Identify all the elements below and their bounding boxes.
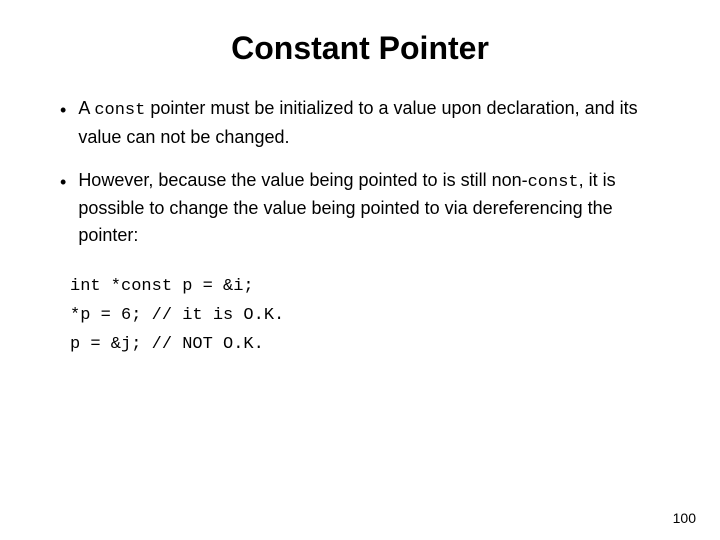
page-number: 100 [673,510,696,526]
code-line-1: int *const p = &i; [70,273,670,302]
code-line-3: p = &j; // NOT O.K. [70,331,670,360]
bullet-dot-2: • [60,169,66,196]
bullet-list: • A const pointer must be initialized to… [60,95,670,249]
code-const-1: const [94,101,145,120]
code-block: int *const p = &i; *p = 6; // it is O.K.… [70,273,670,360]
code-const-2: const [528,173,579,192]
bullet-dot-1: • [60,97,66,124]
bullet-item-2: • However, because the value being point… [60,167,670,250]
bullet-text-2: However, because the value being pointed… [78,167,670,250]
bullet-text-1: A const pointer must be initialized to a… [78,95,670,151]
slide-title: Constant Pointer [50,30,670,67]
bullet-item-1: • A const pointer must be initialized to… [60,95,670,151]
slide-container: Constant Pointer • A const pointer must … [0,0,720,540]
code-line-2: *p = 6; // it is O.K. [70,302,670,331]
